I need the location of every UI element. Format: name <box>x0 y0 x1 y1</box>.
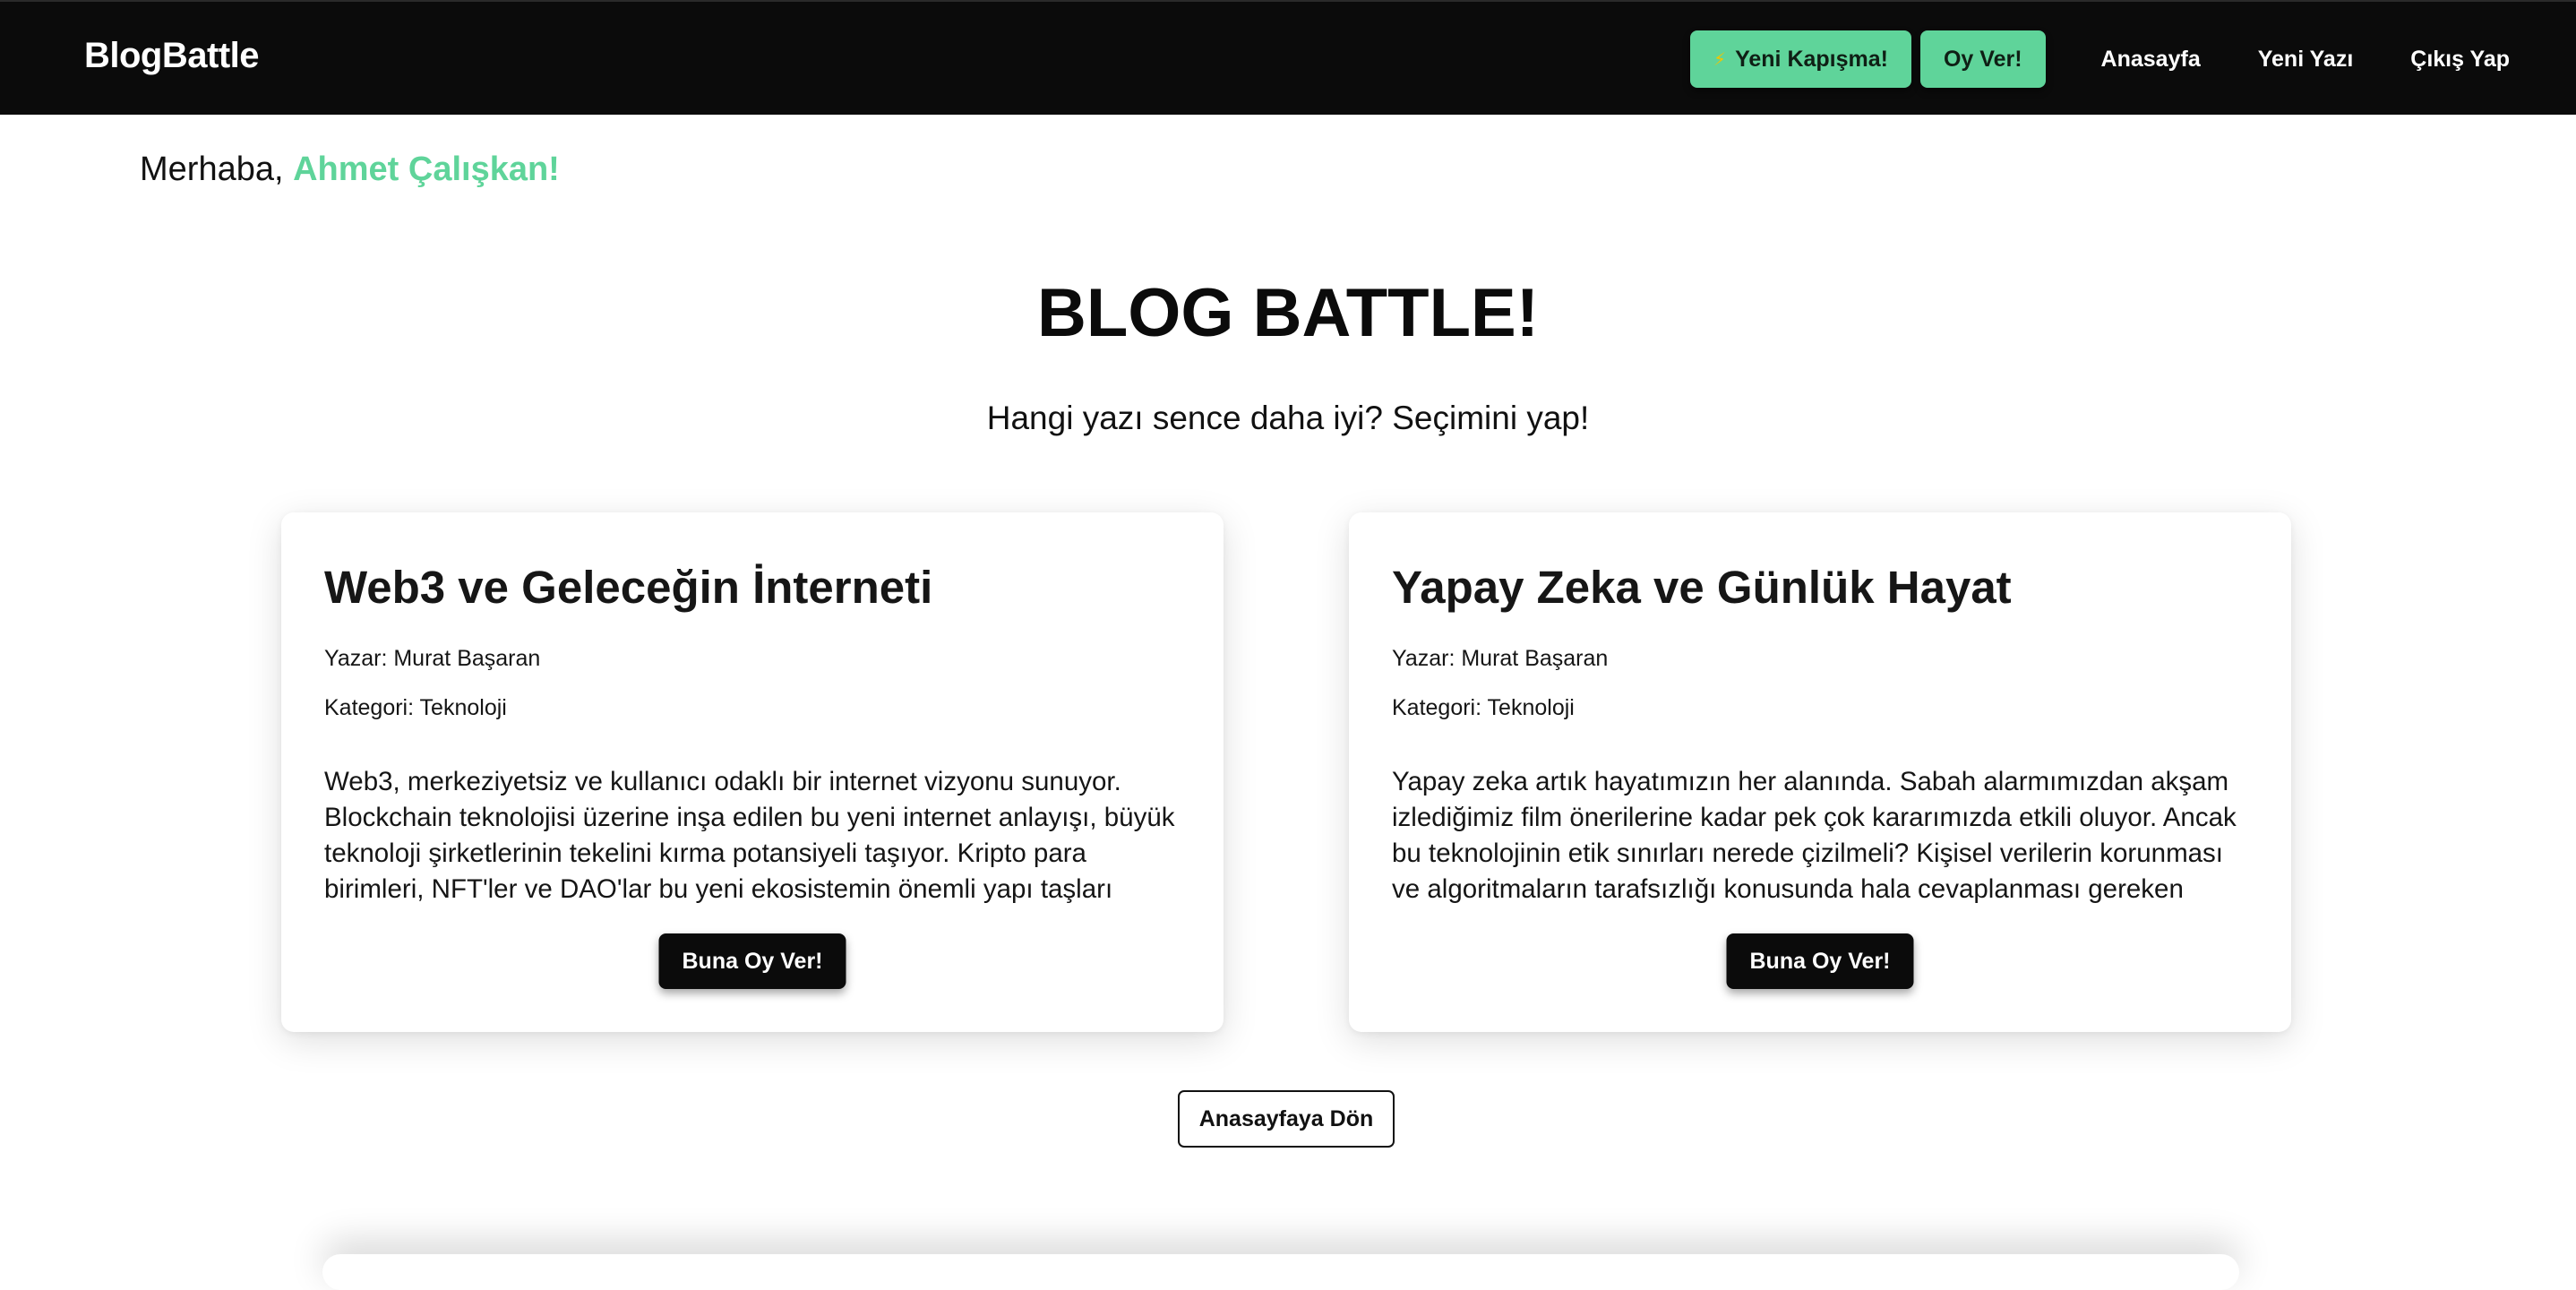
nav-actions: ⚡ Yeni Kapışma! Oy Ver! Anasayfa Yeni Ya… <box>1690 30 2510 88</box>
nav-link-new-post[interactable]: Yeni Yazı <box>2258 47 2354 73</box>
post-excerpt: Yapay zeka artık hayatımızın her alanınd… <box>1392 767 2237 904</box>
brand-logo[interactable]: BlogBattle <box>84 36 260 76</box>
top-navbar: BlogBattle ⚡ Yeni Kapışma! Oy Ver! Anasa… <box>0 0 2576 115</box>
page-subtitle: Hangi yazı sence daha iyi? Seçimini yap! <box>986 400 1590 436</box>
new-battle-button[interactable]: ⚡ Yeni Kapışma! <box>1690 30 1911 88</box>
lightning-icon: ⚡ <box>1713 49 1727 70</box>
back-home-button[interactable]: Anasayfaya Dön <box>1178 1090 1395 1148</box>
post-author: Yazar: Murat Başaran <box>1392 646 1609 671</box>
greeting-prefix: Merhaba, <box>140 150 294 188</box>
new-battle-label: Yeni Kapışma! <box>1735 46 1888 72</box>
post-title: Web3 ve Geleceğin İnterneti <box>324 562 933 613</box>
post-category: Kategori: Teknoloji <box>324 695 507 720</box>
post-category: Kategori: Teknoloji <box>1392 695 1575 720</box>
post-card-left: Web3 ve Geleceğin İnterneti Yazar: Murat… <box>281 512 1224 1032</box>
nav-link-logout[interactable]: Çıkış Yap <box>2410 47 2510 73</box>
vote-left-button[interactable]: Buna Oy Ver! <box>658 933 846 989</box>
nav-link-home[interactable]: Anasayfa <box>2101 47 2201 73</box>
post-card-right: Yapay Zeka ve Günlük Hayat Yazar: Murat … <box>1349 512 2291 1032</box>
greeting-user-name: Ahmet Çalışkan! <box>293 150 560 188</box>
user-greeting: Merhaba, Ahmet Çalışkan! <box>140 150 560 189</box>
post-title: Yapay Zeka ve Günlük Hayat <box>1392 562 2012 613</box>
vote-right-button[interactable]: Buna Oy Ver! <box>1726 933 1914 989</box>
page-title: BLOG BATTLE! <box>1036 275 1540 351</box>
vote-nav-button[interactable]: Oy Ver! <box>1919 30 2046 88</box>
post-excerpt: Web3, merkeziyetsiz ve kullanıcı odaklı … <box>324 767 1175 904</box>
bottom-panel-edge <box>322 1254 2239 1290</box>
post-author: Yazar: Murat Başaran <box>324 646 541 671</box>
